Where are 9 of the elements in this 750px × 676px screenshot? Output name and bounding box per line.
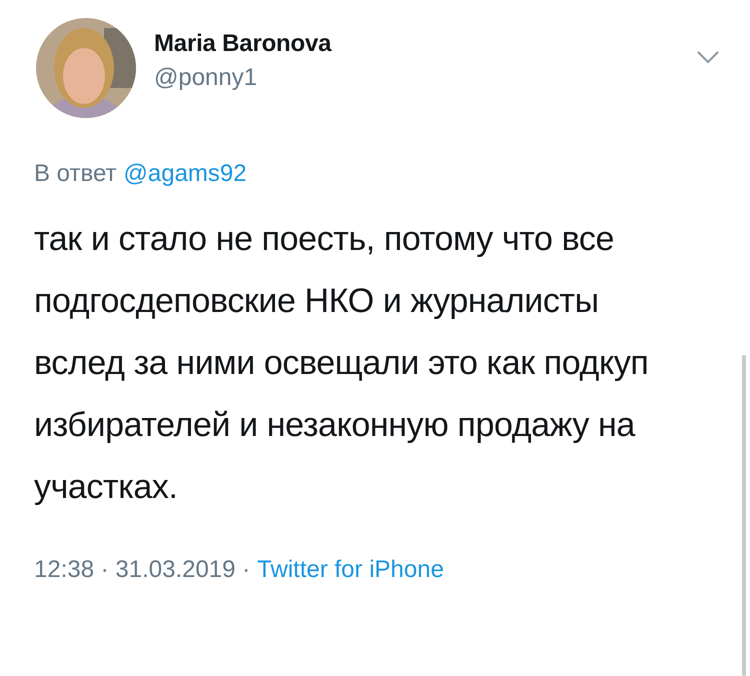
author-handle[interactable]: @ponny1 (154, 64, 680, 92)
source-link[interactable]: Twitter for iPhone (257, 556, 444, 584)
tweet-text: так и стало не поесть, потому что все подгосдеповские НКО и журналисты вслед за ними освещали это как подкуп избирателей и незаконную продажу на участках. (34, 219, 650, 508)
chevron-down-icon[interactable] (696, 50, 720, 64)
tweet-timestamp: 12:38 · 31.03.2019 · (34, 556, 250, 584)
reply-mention-link[interactable]: @agams92 (124, 160, 247, 188)
author-name[interactable]: Maria Baronova (154, 30, 680, 58)
scrollbar[interactable] (742, 355, 746, 676)
reply-label: В ответ (34, 160, 117, 188)
